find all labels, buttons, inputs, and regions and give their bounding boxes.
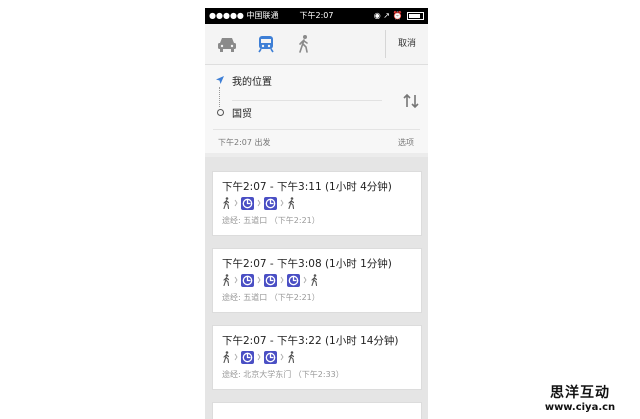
- chevron-right-icon: [257, 353, 261, 361]
- watermark-logo: 思洋互动 www.ciya.cn: [530, 382, 630, 416]
- chevron-right-icon: [280, 276, 284, 284]
- walking-person-icon: [288, 351, 295, 363]
- metro-line-icon: [241, 350, 254, 364]
- route-result-card[interactable]: 下午2:07 - 下午3:11 (1小时 4分钟) 途经: 五道口 （下午2:2…: [212, 171, 422, 236]
- chevron-right-icon: [280, 199, 284, 207]
- subway-logo-icon: [288, 275, 299, 285]
- watermark-url: www.ciya.cn: [544, 402, 616, 413]
- route-time-range: 下午2:07 - 下午3:08 (1小时 1分钟): [222, 258, 392, 270]
- subway-logo-icon: [242, 198, 253, 208]
- chevron-right-icon: [280, 353, 284, 361]
- status-bar: ●●●●● 中国联通 下午2:07 ◉ ↗ ⏰: [205, 8, 428, 24]
- route-legs: [222, 196, 296, 210]
- chevron-right-icon: [234, 199, 238, 207]
- cancel-button-container: 取消: [385, 30, 428, 58]
- destination-field[interactable]: 国贸: [232, 105, 252, 120]
- metro-line-icon: [241, 273, 254, 287]
- phone-screen: ●●●●● 中国联通 下午2:07 ◉ ↗ ⏰ 取消 我的位置 国贸 下午2:0…: [205, 8, 428, 419]
- chevron-right-icon: [234, 353, 238, 361]
- page: ●●●●● 中国联通 下午2:07 ◉ ↗ ⏰ 取消 我的位置 国贸 下午2:0…: [0, 0, 640, 419]
- train-icon[interactable]: [255, 34, 277, 54]
- options-divider: [213, 129, 420, 130]
- chevron-right-icon: [257, 276, 261, 284]
- route-results-list: 下午2:07 - 下午3:11 (1小时 4分钟) 途经: 五道口 （下午2:2…: [205, 157, 428, 419]
- route-result-card[interactable]: 下午2:07 - 下午3:22 (1小时 14分钟) 途经: 北京大学东门 （下…: [212, 325, 422, 390]
- subway-logo-icon: [242, 275, 253, 285]
- depart-time[interactable]: 下午2:07 出发: [218, 137, 271, 148]
- status-icons: ◉ ↗ ⏰: [374, 8, 424, 24]
- origin-field[interactable]: 我的位置: [232, 73, 272, 88]
- metro-line-icon: [264, 273, 277, 287]
- location-arrow-icon: [216, 76, 224, 84]
- subway-logo-icon: [265, 275, 276, 285]
- chevron-right-icon: [234, 276, 238, 284]
- options-button[interactable]: 选项: [398, 137, 414, 148]
- field-divider: [232, 100, 382, 101]
- battery-icon: [407, 11, 424, 20]
- walking-person-icon: [223, 274, 230, 286]
- travel-mode-bar: 取消: [205, 24, 428, 65]
- status-icons-text: ◉ ↗ ⏰: [373, 11, 403, 20]
- subway-logo-icon: [265, 352, 276, 362]
- route-result-card-partial[interactable]: [212, 402, 422, 419]
- route-legs: [222, 273, 319, 287]
- route-legs: [222, 350, 296, 364]
- walking-person-icon: [288, 197, 295, 209]
- route-result-card[interactable]: 下午2:07 - 下午3:08 (1小时 1分钟) 途经: 五道口 （下午2:2…: [212, 248, 422, 313]
- route-via: 途经: 北京大学东门 （下午2:33）: [222, 370, 344, 379]
- metro-line-icon: [287, 273, 300, 287]
- swap-arrows-icon[interactable]: [402, 93, 420, 109]
- walking-person-icon: [223, 197, 230, 209]
- walking-person-icon: [223, 351, 230, 363]
- route-time-range: 下午2:07 - 下午3:11 (1小时 4分钟): [222, 181, 392, 193]
- subway-logo-icon: [242, 352, 253, 362]
- metro-line-icon: [264, 350, 277, 364]
- cancel-button[interactable]: 取消: [386, 30, 428, 58]
- route-connector-dots: [219, 87, 222, 107]
- metro-line-icon: [264, 196, 277, 210]
- walking-person-icon: [311, 274, 318, 286]
- chevron-right-icon: [303, 276, 307, 284]
- route-via: 途经: 五道口 （下午2:21）: [222, 216, 320, 225]
- destination-circle-icon: [217, 109, 224, 116]
- route-time-range: 下午2:07 - 下午3:22 (1小时 14分钟): [222, 335, 399, 347]
- metro-line-icon: [241, 196, 254, 210]
- route-via: 途经: 五道口 （下午2:21）: [222, 293, 320, 302]
- chevron-right-icon: [257, 199, 261, 207]
- watermark-brand: 思洋互动: [550, 385, 610, 401]
- route-input-panel: 我的位置 国贸 下午2:07 出发 选项: [205, 65, 428, 153]
- car-icon[interactable]: [216, 34, 238, 54]
- walking-person-icon[interactable]: [293, 34, 315, 54]
- subway-logo-icon: [265, 198, 276, 208]
